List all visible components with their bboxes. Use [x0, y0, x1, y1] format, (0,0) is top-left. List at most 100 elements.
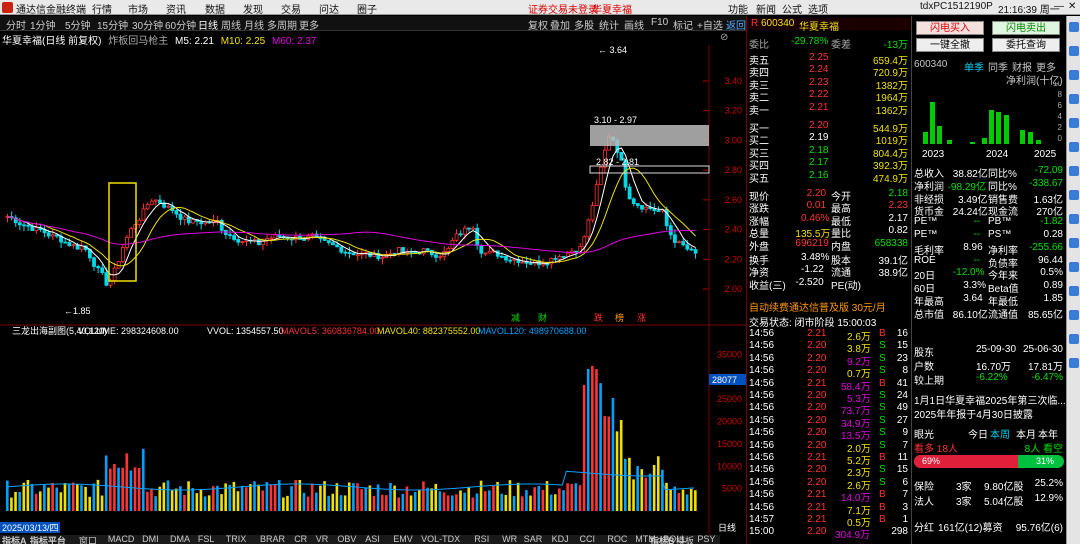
side-icon-15[interactable] — [1069, 358, 1079, 368]
indicator-tab[interactable]: MACD — [108, 535, 135, 544]
indicator-tab[interactable]: CCI — [580, 535, 596, 544]
login-alert[interactable]: 证券交易未登录 — [528, 1, 598, 16]
period-60min[interactable]: 60分钟 — [165, 17, 196, 32]
indicator-tab[interactable]: VOL-TDX — [421, 535, 460, 544]
indicator-tab[interactable]: CR — [294, 535, 307, 544]
stat-value: 3.48% — [801, 252, 830, 263]
menu-xinwen[interactable]: 新闻 — [756, 1, 776, 16]
volume-bar — [335, 483, 339, 511]
tool-diejia[interactable]: 叠加 — [550, 17, 570, 32]
side-icon-9[interactable] — [1069, 214, 1079, 224]
flash-buy-button[interactable]: 闪电买入 — [916, 21, 984, 35]
menu-jiaoyi[interactable]: 交易 — [281, 1, 301, 16]
period-daily[interactable]: 日线 — [198, 17, 218, 32]
menu-wenda[interactable]: 问达 — [319, 1, 339, 16]
indicator-tab[interactable]: VR — [316, 535, 329, 544]
vol-tick-label: 10000 — [717, 461, 742, 471]
side-icon-10[interactable] — [1069, 238, 1079, 248]
indicator-tab[interactable]: OBV — [337, 535, 356, 544]
minimize-icon[interactable]: — — [1054, 1, 1064, 12]
side-icon-6[interactable] — [1069, 142, 1079, 152]
period-1min[interactable]: 1分钟 — [30, 17, 56, 32]
indicator-tab-right[interactable]: 指标B — [650, 535, 675, 544]
menu-gongneng[interactable]: 功能 — [728, 1, 748, 16]
indicator-tab[interactable]: DMA — [170, 535, 190, 544]
period-fenshi[interactable]: 分时 — [6, 17, 26, 32]
tool-back[interactable]: 返回 — [726, 17, 746, 32]
indicator-tab[interactable]: FSL — [198, 535, 215, 544]
indicator-tab[interactable]: 指标平台 — [30, 535, 66, 544]
tool-fuquan[interactable]: 复权 — [528, 17, 548, 32]
stat-row: 外盘 696219 内盘 658338 — [747, 238, 912, 253]
side-icon-3[interactable] — [1069, 70, 1079, 80]
side-icon-4[interactable] — [1069, 94, 1079, 104]
indicator-tab[interactable]: EMV — [393, 535, 413, 544]
period-weekly[interactable]: 周线 — [221, 17, 241, 32]
side-icon-8[interactable] — [1069, 190, 1079, 200]
tool-biaoji[interactable]: 标记 — [673, 17, 693, 32]
menu-zixun[interactable]: 资讯 — [166, 1, 186, 16]
volume-bar — [261, 490, 265, 511]
indicator-tab[interactable]: ROC — [607, 535, 627, 544]
side-icon-1[interactable] — [1069, 22, 1079, 32]
tick-count: 11 — [897, 452, 908, 463]
menu-hangqing[interactable]: 行情 — [92, 1, 112, 16]
indicator-tab[interactable]: PSY — [697, 535, 715, 544]
indicator-tab-right[interactable]: 模板 — [676, 535, 694, 544]
side-icon-14[interactable] — [1069, 334, 1079, 344]
menu-gongshi[interactable]: 公式 — [782, 1, 802, 16]
side-icon-12[interactable] — [1069, 286, 1079, 296]
menu-shuju[interactable]: 数据 — [205, 1, 225, 16]
tool-f10[interactable]: F10 — [651, 17, 668, 28]
volume-bar — [236, 491, 240, 511]
indicator-tab[interactable]: SAR — [524, 535, 543, 544]
candle-body — [236, 239, 241, 243]
order-query-button[interactable]: 委托查询 — [992, 38, 1060, 52]
volume-bar — [607, 416, 611, 511]
period-multi[interactable]: 多周期 — [267, 17, 297, 32]
fin-value-2: -338.67 — [1029, 177, 1063, 189]
tool-tongji[interactable]: 统计 — [599, 17, 619, 32]
tool-add-watchlist[interactable]: +自选 — [697, 17, 723, 32]
volume-bar — [84, 486, 87, 511]
chart-settings-icon[interactable]: ⊘ — [720, 32, 728, 43]
side-icon-7[interactable] — [1069, 166, 1079, 176]
indicator-tab[interactable]: DMI — [142, 535, 159, 544]
menu-shichang[interactable]: 市场 — [128, 1, 148, 16]
side-icon-5[interactable] — [1069, 118, 1079, 128]
tick-row: 14:56 2.20 2.3万 S 15 — [747, 464, 912, 479]
menu-xuanxiang[interactable]: 选项 — [808, 1, 828, 16]
indicator-tab[interactable]: BRAR — [260, 535, 285, 544]
indicator-tab[interactable]: RSI — [474, 535, 489, 544]
fin-row: PE™ -- PB™ -1.82 — [912, 216, 1067, 228]
ad-text: 自动续费通达信普及版 30元/月 — [749, 303, 886, 314]
period-30min[interactable]: 30分钟 — [132, 17, 163, 32]
indicator-tab[interactable]: TRIX — [226, 535, 247, 544]
tool-duogu[interactable]: 多股 — [574, 17, 594, 32]
indicator-tab[interactable]: 窗口 — [79, 535, 97, 544]
period-more[interactable]: 更多 — [299, 17, 319, 32]
side-icon-13[interactable] — [1069, 310, 1079, 320]
period-monthly[interactable]: 月线 — [244, 17, 264, 32]
menu-quanzi[interactable]: 圈子 — [357, 1, 377, 16]
side-icon-2[interactable] — [1069, 46, 1079, 56]
volume-bar — [30, 483, 34, 511]
side-icon-11[interactable] — [1069, 262, 1079, 272]
flash-sell-button[interactable]: 闪电卖出 — [992, 21, 1060, 35]
tick-count: 24 — [896, 390, 908, 401]
indicator-tab[interactable]: WR — [502, 535, 517, 544]
period-5min[interactable]: 5分钟 — [65, 17, 91, 32]
cancel-all-button[interactable]: 一键全撤 — [916, 38, 984, 52]
kline-chart[interactable]: 3.40 3.20 3.00 2.80 2.60 2.40 2.20 2.00 3.10 - 2… — [0, 45, 746, 535]
close-icon[interactable]: ✕ — [1068, 1, 1076, 12]
indicator-tab[interactable]: 指标A — [2, 535, 27, 544]
tick-side: B — [879, 514, 886, 525]
indicator-tab[interactable]: KDJ — [552, 535, 569, 544]
tool-huaxian[interactable]: 画线 — [624, 17, 644, 32]
volume-bar — [619, 419, 623, 511]
menu-faxian[interactable]: 发现 — [243, 1, 263, 16]
volume-bar — [615, 431, 619, 511]
indicator-tab[interactable]: ASI — [365, 535, 380, 544]
tick-row: 14:56 2.21 5.2万 B 11 — [747, 452, 912, 467]
period-15min[interactable]: 15分钟 — [97, 17, 128, 32]
